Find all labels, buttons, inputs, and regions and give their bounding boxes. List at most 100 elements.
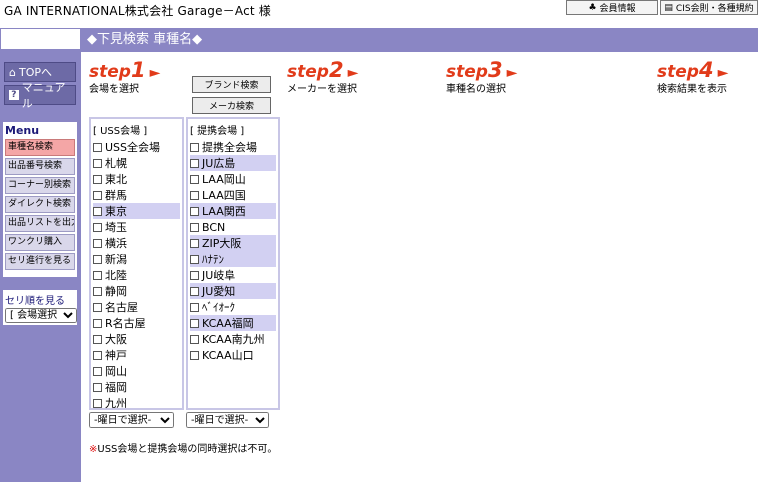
partner-venue-item[interactable]: LAA岡山 [190, 171, 276, 187]
uss-venue-item[interactable]: 埼玉 [93, 219, 180, 235]
partner-venue-item[interactable]: BCN [190, 219, 276, 235]
partner-venue-checkbox[interactable] [190, 254, 199, 264]
partner-venue-label: JU岐阜 [202, 269, 236, 282]
uss-venue-item[interactable]: USS全会場 [93, 139, 180, 155]
partner-venue-item[interactable]: JU広島 [190, 155, 276, 171]
partner-venue-checkbox[interactable] [190, 318, 199, 328]
uss-venue-checkbox[interactable] [93, 318, 102, 328]
partner-day-select[interactable]: -曜日で選択- [186, 412, 269, 428]
uss-venue-label: 横浜 [105, 237, 127, 250]
uss-venue-checkbox[interactable] [93, 158, 102, 168]
manual-button[interactable]: ? マニュアル [4, 81, 76, 110]
rules-button[interactable]: ▤ CIS会則・各種規約 [660, 0, 758, 15]
member-info-label: 会員情報 [599, 4, 636, 14]
partner-venue-label: LAA関西 [202, 205, 246, 218]
partner-venue-item[interactable]: ﾍﾞｲｵｰｸ [190, 299, 276, 315]
uss-venue-label: 北陸 [105, 269, 127, 282]
partner-venue-checkbox[interactable] [190, 142, 199, 152]
partner-venue-checkbox[interactable] [190, 174, 199, 184]
uss-venue-checkbox[interactable] [93, 350, 102, 360]
partner-venue-item[interactable]: KCAA山口 [190, 347, 276, 363]
uss-venue-checkbox[interactable] [93, 238, 102, 248]
uss-venue-item[interactable]: 新潟 [93, 251, 180, 267]
partner-venue-label: JU愛知 [202, 285, 236, 298]
uss-venue-item[interactable]: 横浜 [93, 235, 180, 251]
uss-venue-label: USS全会場 [105, 141, 161, 154]
uss-venue-item[interactable]: 東京 [93, 203, 180, 219]
uss-venue-checkbox[interactable] [93, 382, 102, 392]
partner-venue-label: ﾊﾅﾃﾝ [202, 253, 224, 266]
menu-item-one-click-buy[interactable]: ワンクリ購入 [5, 234, 75, 251]
partner-venue-checkbox[interactable] [190, 286, 199, 296]
arrow-right-icon: ► [347, 65, 359, 81]
partner-venue-checkbox[interactable] [190, 222, 199, 232]
uss-venue-checkbox[interactable] [93, 366, 102, 376]
partner-venue-checkbox[interactable] [190, 334, 199, 344]
menu-item-export-list[interactable]: 出品リストを出力 [5, 215, 75, 232]
partner-venue-item[interactable]: JU岐阜 [190, 267, 276, 283]
menu-item-lot-number-search[interactable]: 出品番号検索 [5, 158, 75, 175]
menu-item-corner-search[interactable]: コーナー別検索 [5, 177, 75, 194]
partner-venue-checkbox[interactable] [190, 206, 199, 216]
uss-venue-item[interactable]: 岡山 [93, 363, 180, 379]
uss-venue-checkbox[interactable] [93, 286, 102, 296]
uss-venue-item[interactable]: R名古屋 [93, 315, 180, 331]
maker-search-button[interactable]: メーカ検索 [192, 97, 271, 114]
step-1: step1 ► 会場を選択 [89, 58, 160, 95]
partner-venue-checkbox[interactable] [190, 270, 199, 280]
partner-venue-checkbox[interactable] [190, 238, 199, 248]
brand-search-button[interactable]: ブランド検索 [192, 76, 271, 93]
menu-item-vehicle-search[interactable]: 車種名検索 [5, 139, 75, 156]
step-2-desc: メーカーを選択 [287, 84, 357, 95]
partner-venue-item[interactable]: KCAA南九州 [190, 331, 276, 347]
member-info-button[interactable]: ♣ 会員情報 [566, 0, 658, 15]
menu-item-view-auction-progress[interactable]: セリ進行を見る [5, 253, 75, 270]
uss-venue-item[interactable]: 静岡 [93, 283, 180, 299]
uss-day-select[interactable]: -曜日で選択- [89, 412, 174, 428]
auction-order-label: セリ順を見る [5, 296, 65, 307]
step-2: step2 ► メーカーを選択 [287, 58, 358, 95]
uss-venue-item[interactable]: 群馬 [93, 187, 180, 203]
auction-order-box: セリ順を見る [ 会場選択 ] [3, 290, 77, 325]
uss-venue-item[interactable]: 神戸 [93, 347, 180, 363]
uss-venue-item[interactable]: 札幌 [93, 155, 180, 171]
uss-venue-checkbox[interactable] [93, 222, 102, 232]
partner-venue-item[interactable]: JU愛知 [190, 283, 276, 299]
arrow-right-icon: ► [506, 65, 518, 81]
step-1-number: 1 [130, 58, 146, 82]
partner-venue-item[interactable]: 提携全会場 [190, 139, 276, 155]
uss-venue-checkbox[interactable] [93, 174, 102, 184]
uss-venue-label: 神戸 [105, 349, 127, 362]
club-icon: ♣ [588, 2, 597, 13]
uss-venue-item[interactable]: 東北 [93, 171, 180, 187]
uss-venue-label: 札幌 [105, 157, 127, 170]
uss-venue-item[interactable]: 九州 [93, 395, 180, 411]
venue-select[interactable]: [ 会場選択 ] [5, 308, 77, 323]
partner-venue-item[interactable]: LAA四国 [190, 187, 276, 203]
partner-venue-item[interactable]: LAA関西 [190, 203, 276, 219]
uss-venue-item[interactable]: 名古屋 [93, 299, 180, 315]
uss-venue-item[interactable]: 福岡 [93, 379, 180, 395]
uss-venue-checkbox[interactable] [93, 206, 102, 216]
partner-venue-label: 提携全会場 [202, 141, 257, 154]
partner-venue-item[interactable]: KCAA福岡 [190, 315, 276, 331]
uss-venue-checkbox[interactable] [93, 254, 102, 264]
uss-venue-checkbox[interactable] [93, 142, 102, 152]
partner-venue-checkbox[interactable] [190, 190, 199, 200]
partner-venue-checkbox[interactable] [190, 350, 199, 360]
uss-venue-checkbox[interactable] [93, 190, 102, 200]
menu-item-direct-search[interactable]: ダイレクト検索 [5, 196, 75, 213]
uss-venue-item[interactable]: 大阪 [93, 331, 180, 347]
uss-venue-checkbox[interactable] [93, 398, 102, 408]
uss-venue-checkbox[interactable] [93, 270, 102, 280]
partner-venue-item[interactable]: ﾊﾅﾃﾝ [190, 251, 276, 267]
rules-label: CIS会則・各種規約 [675, 4, 754, 14]
document-icon: ▤ [664, 2, 673, 13]
uss-venue-checkbox[interactable] [93, 334, 102, 344]
partner-venue-checkbox[interactable] [190, 158, 199, 168]
uss-venue-checkbox[interactable] [93, 302, 102, 312]
step-3-word: step [446, 62, 488, 82]
uss-venue-item[interactable]: 北陸 [93, 267, 180, 283]
partner-venue-item[interactable]: ZIP大阪 [190, 235, 276, 251]
partner-venue-checkbox[interactable] [190, 302, 199, 312]
